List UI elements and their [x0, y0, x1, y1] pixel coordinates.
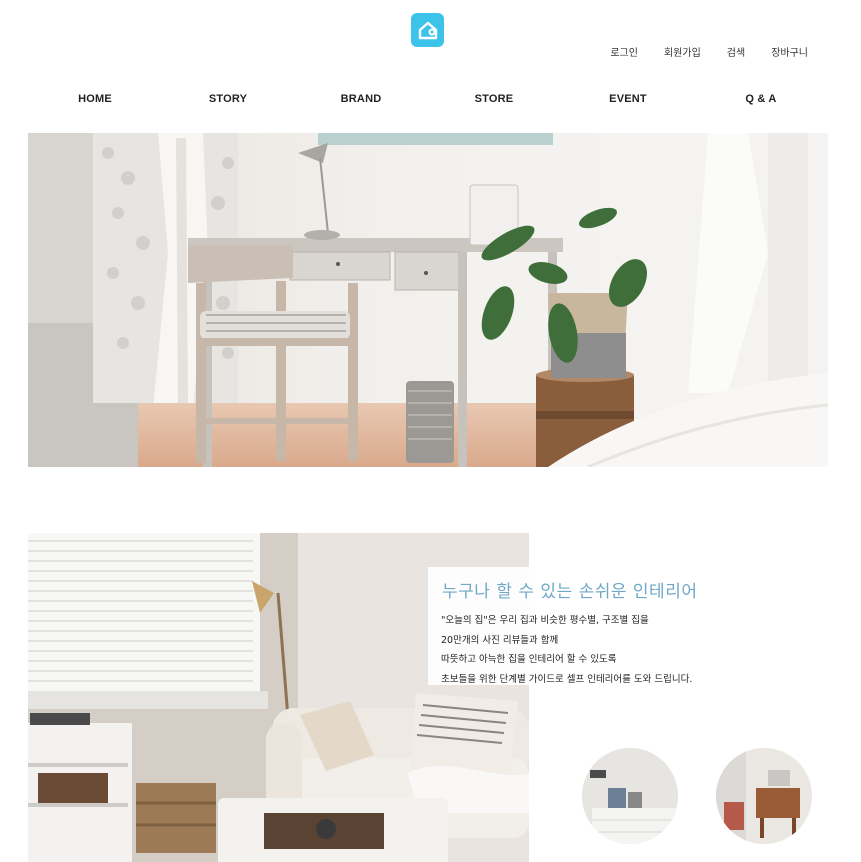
search-link[interactable]: 검색: [727, 44, 745, 59]
intro-line: 따뜻하고 아늑한 집을 인테리어 할 수 있도록: [441, 654, 617, 665]
nav-item-story[interactable]: STORY: [209, 93, 247, 105]
nav-item-brand[interactable]: BRAND: [341, 93, 382, 105]
thumbnail-room-1[interactable]: [582, 748, 678, 844]
main-nav: HOME STORY BRAND STORE EVENT Q & A: [28, 93, 828, 109]
intro-text: "오늘의 집"은 우리 집과 비슷한 평수별, 구조별 집을 20만개의 사진 …: [441, 611, 692, 689]
hero-image: [28, 133, 828, 467]
nav-item-home[interactable]: HOME: [78, 93, 112, 105]
nav-item-qna[interactable]: Q & A: [745, 93, 776, 105]
nav-item-store[interactable]: STORE: [475, 93, 514, 105]
house-icon: [418, 21, 437, 40]
intro-title: 누구나 할 수 있는 손쉬운 인테리어: [442, 582, 698, 602]
login-link[interactable]: 로그인: [610, 44, 638, 59]
intro-line: 20만개의 사진 리뷰들과 함께: [441, 634, 559, 646]
cart-link[interactable]: 장바구니: [771, 44, 808, 59]
intro-line: "오늘의 집"은 우리 집과 비슷한 평수별, 구조별 집을: [441, 615, 649, 626]
utility-links: 로그인 회원가입 검색 장바구니: [610, 44, 808, 59]
nav-item-event[interactable]: EVENT: [609, 93, 647, 105]
thumbnail-room-2[interactable]: [716, 748, 812, 844]
intro-line: 초보들을 위한 단계별 가이드로 셀프 인테리어를 도와 드립니다.: [441, 673, 693, 685]
signup-link[interactable]: 회원가입: [664, 44, 701, 59]
logo[interactable]: [411, 13, 444, 47]
